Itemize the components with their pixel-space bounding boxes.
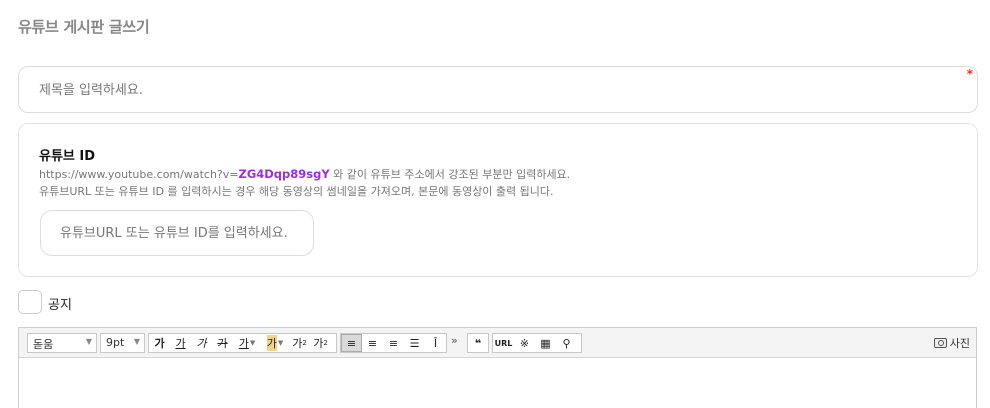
- font-family-select[interactable]: 돋움 ▼: [27, 333, 97, 353]
- search-icon[interactable]: ⚲: [556, 334, 577, 352]
- quote-icon[interactable]: ❝: [468, 334, 488, 352]
- notice-label: 공지: [48, 298, 72, 313]
- superscript-button[interactable]: 가2: [289, 334, 310, 352]
- align-group: ≡ ≡ ≡ ☰ Ī: [340, 333, 447, 353]
- align-left-icon[interactable]: ≡: [341, 334, 362, 352]
- chevron-down-icon: ▼: [277, 339, 284, 347]
- title-input[interactable]: [39, 80, 939, 100]
- font-size-value: 9pt: [106, 336, 125, 349]
- subscript-button[interactable]: 가2: [310, 334, 331, 352]
- required-mark: *: [966, 67, 973, 81]
- insert-group: URL ※ ▦ ⚲: [492, 333, 582, 353]
- align-right-icon[interactable]: ≡: [383, 334, 404, 352]
- youtube-help-url-id: ZG4Dqp89sgY: [238, 167, 330, 181]
- highlight-glyph: 가: [266, 335, 277, 351]
- youtube-help-line2: 유튜브URL 또는 유튜브 ID 를 입력하시는 경우 해당 동영상의 썸네일을…: [39, 185, 554, 198]
- chevron-down-icon: ▼: [133, 337, 140, 346]
- photo-button[interactable]: 사진: [933, 334, 970, 352]
- camera-icon: [933, 338, 947, 348]
- rich-text-editor[interactable]: 돋움 ▼ 9pt ▼ 가 가 가 가 가 ▼ 가 ▼ 가2 가2 ≡ ≡ ≡ ☰ Ī »…: [18, 327, 977, 408]
- youtube-help-line1: https://www.youtube.com/watch?v=ZG4Dqp89…: [39, 166, 570, 182]
- table-icon[interactable]: ▦: [535, 334, 556, 352]
- youtube-input-container: [40, 210, 314, 256]
- font-color-glyph: 가: [238, 337, 249, 350]
- superscript-glyph: 가: [292, 337, 303, 350]
- font-color-button[interactable]: 가 ▼: [233, 334, 261, 352]
- subscript-mark: 2: [323, 339, 328, 347]
- title-field-container: *: [18, 66, 978, 113]
- font-family-value: 돋움: [33, 338, 54, 351]
- url-label: URL: [494, 338, 513, 348]
- notice-checkbox[interactable]: [18, 290, 42, 314]
- underline-button[interactable]: 가: [170, 334, 191, 352]
- font-size-select[interactable]: 9pt ▼: [100, 333, 145, 353]
- superscript-mark: 2: [302, 339, 307, 347]
- more-tools-icon[interactable]: »: [451, 334, 458, 347]
- strikethrough-button[interactable]: 가: [212, 334, 233, 352]
- text-format-group: 가 가 가 가 가 ▼ 가 ▼ 가2 가2: [148, 333, 337, 353]
- align-justify-icon[interactable]: ☰: [404, 334, 425, 352]
- youtube-help-url-suffix: 와 같이 유튜브 주소에서 강조된 부분만 입력하세요.: [329, 168, 571, 181]
- photo-label: 사진: [949, 337, 970, 350]
- youtube-id-section: 유튜브 ID https://www.youtube.com/watch?v=Z…: [18, 123, 978, 277]
- subscript-glyph: 가: [313, 337, 324, 350]
- chevron-down-icon: ▼: [85, 337, 92, 346]
- special-char-icon[interactable]: ※: [514, 334, 535, 352]
- bold-button[interactable]: 가: [149, 334, 170, 352]
- line-height-icon[interactable]: Ī: [425, 334, 446, 352]
- italic-button[interactable]: 가: [191, 334, 212, 352]
- link-button[interactable]: URL: [493, 334, 514, 352]
- align-center-icon[interactable]: ≡: [362, 334, 383, 352]
- highlight-color-button[interactable]: 가 ▼: [261, 334, 289, 352]
- youtube-id-heading: 유튜브 ID: [39, 149, 96, 164]
- page-title: 유튜브 게시판 글쓰기: [18, 18, 150, 36]
- underline-glyph: 가: [175, 337, 186, 350]
- youtube-id-input[interactable]: [60, 224, 300, 242]
- editor-toolbar: 돋움 ▼ 9pt ▼ 가 가 가 가 가 ▼ 가 ▼ 가2 가2 ≡ ≡ ≡ ☰ Ī »…: [19, 328, 976, 358]
- youtube-help-url-prefix: https://www.youtube.com/watch?v=: [39, 168, 239, 181]
- quote-group: ❝: [467, 333, 489, 353]
- chevron-down-icon: ▼: [249, 339, 256, 347]
